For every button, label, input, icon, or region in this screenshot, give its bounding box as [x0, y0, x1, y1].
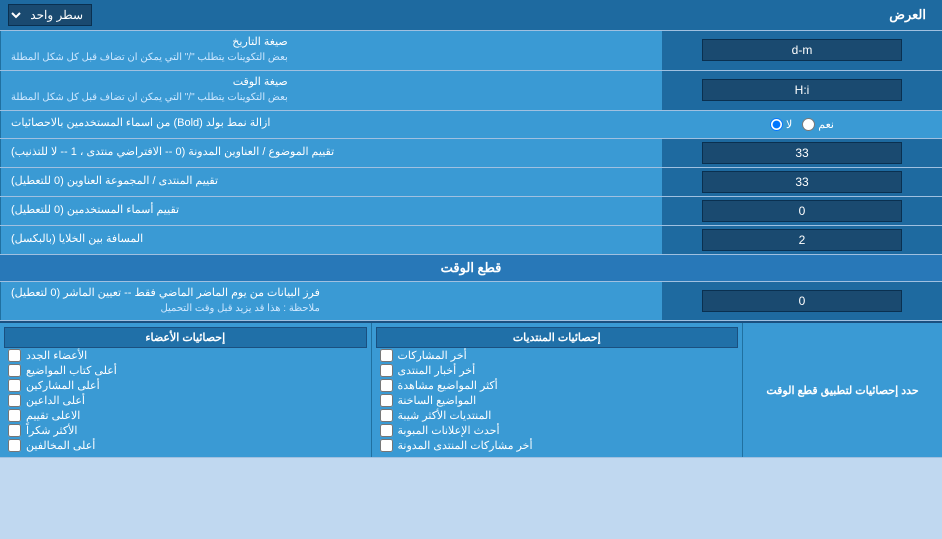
- forum-stats-col: إحصائيات المنتديات أخر المشاركات أخر أخب…: [371, 323, 743, 457]
- date-format-input[interactable]: [702, 39, 902, 61]
- checkbox-latest-ads: أحدث الإعلانات المبوبة: [376, 423, 739, 438]
- user-names-row: تقييم أسماء المستخدمين (0 للتعطيل): [0, 197, 942, 226]
- stats-label: حدد إحصائيات لتطبيق قطع الوقت: [742, 323, 942, 457]
- checkbox-most-similar: المنتديات الأكثر شيبة: [376, 408, 739, 423]
- date-format-row: صيغة التاريخبعض التكوينات يتطلب "/" التي…: [0, 31, 942, 71]
- checkbox-top-writers: أعلى كتاب المواضيع: [4, 363, 367, 378]
- display-select[interactable]: سطر واحد سطران ثلاثة أسطر: [8, 4, 92, 26]
- spacing-label: المسافة بين الخلايا (بالبكسل): [0, 226, 662, 254]
- radio-no[interactable]: [770, 118, 783, 131]
- cb-top-posters[interactable]: [8, 379, 21, 392]
- forum-titles-input[interactable]: [702, 142, 902, 164]
- bold-remove-label: ازالة نمط بولد (Bold) من اسماء المستخدمي…: [0, 111, 662, 138]
- forum-group-titles-input[interactable]: [702, 171, 902, 193]
- forum-stats-header: إحصائيات المنتديات: [376, 327, 739, 348]
- checkbox-forum-news: أخر أخبار المنتدى: [376, 363, 739, 378]
- forum-titles-input-cell: [662, 139, 942, 167]
- checkbox-top-rated: الاعلى تقييم: [4, 408, 367, 423]
- spacing-input[interactable]: [702, 229, 902, 251]
- stats-row: حدد إحصائيات لتطبيق قطع الوقت إحصائيات ا…: [0, 321, 942, 458]
- cb-top-inviters[interactable]: [8, 394, 21, 407]
- checkbox-hot-topics: المواضيع الساخنة: [376, 393, 739, 408]
- cb-last-forum-posts[interactable]: [380, 439, 393, 452]
- time-format-label: صيغة الوقتبعض التكوينات يتطلب "/" التي ي…: [0, 71, 662, 110]
- top-header-row: العرض سطر واحد سطران ثلاثة أسطر: [0, 0, 942, 31]
- time-cut-input-cell: [662, 282, 942, 321]
- checkbox-most-viewed: أكثر المواضيع مشاهدة: [376, 378, 739, 393]
- cb-latest-ads[interactable]: [380, 424, 393, 437]
- cb-last-posts[interactable]: [380, 349, 393, 362]
- time-cut-title: قطع الوقت: [441, 260, 502, 276]
- date-format-input-cell: [662, 31, 942, 70]
- date-format-label: صيغة التاريخبعض التكوينات يتطلب "/" التي…: [0, 31, 662, 70]
- member-stats-col: إحصائيات الأعضاء الأعضاء الجدد أعلى كتاب…: [0, 323, 371, 457]
- time-format-row: صيغة الوقتبعض التكوينات يتطلب "/" التي ي…: [0, 71, 942, 111]
- checkbox-last-posts: أخر المشاركات: [376, 348, 739, 363]
- user-names-input-cell: [662, 197, 942, 225]
- forum-titles-label: تقييم الموضوع / العناوين المدونة (0 -- ا…: [0, 139, 662, 167]
- cb-top-violators[interactable]: [8, 439, 21, 452]
- cb-forum-news[interactable]: [380, 364, 393, 377]
- checkbox-top-violators: أعلى المخالفين: [4, 438, 367, 453]
- checkbox-most-thanked: الأكثر شكراً: [4, 423, 367, 438]
- checkbox-last-forum-posts: أخر مشاركات المنتدى المدونة: [376, 438, 739, 453]
- user-names-label: تقييم أسماء المستخدمين (0 للتعطيل): [0, 197, 662, 225]
- cb-most-viewed[interactable]: [380, 379, 393, 392]
- time-cut-label: فرز البيانات من يوم الماضر الماضي فقط --…: [0, 282, 662, 321]
- spacing-input-cell: [662, 226, 942, 254]
- header-title: العرض: [92, 7, 934, 23]
- radio-yes-label[interactable]: نعم: [802, 118, 834, 131]
- forum-group-titles-row: تقييم المنتدى / المجموعة العناوين (0 للت…: [0, 168, 942, 197]
- cb-hot-topics[interactable]: [380, 394, 393, 407]
- user-names-input[interactable]: [702, 200, 902, 222]
- checkbox-top-posters: أعلى المشاركين: [4, 378, 367, 393]
- forum-group-titles-label: تقييم المنتدى / المجموعة العناوين (0 للت…: [0, 168, 662, 196]
- time-format-input[interactable]: [702, 79, 902, 101]
- radio-yes[interactable]: [802, 118, 815, 131]
- cb-most-thanked[interactable]: [8, 424, 21, 437]
- bold-remove-radio-cell: نعم لا: [662, 111, 942, 138]
- cb-new-members[interactable]: [8, 349, 21, 362]
- spacing-row: المسافة بين الخلايا (بالبكسل): [0, 226, 942, 255]
- time-cut-row: فرز البيانات من يوم الماضر الماضي فقط --…: [0, 282, 942, 322]
- forum-group-titles-input-cell: [662, 168, 942, 196]
- checkbox-top-inviters: أعلى الداعين: [4, 393, 367, 408]
- forum-titles-row: تقييم الموضوع / العناوين المدونة (0 -- ا…: [0, 139, 942, 168]
- member-stats-header: إحصائيات الأعضاء: [4, 327, 367, 348]
- cb-most-similar[interactable]: [380, 409, 393, 422]
- checkbox-new-members: الأعضاء الجدد: [4, 348, 367, 363]
- time-cut-input[interactable]: [702, 290, 902, 312]
- time-format-input-cell: [662, 71, 942, 110]
- radio-no-label[interactable]: لا: [770, 118, 792, 131]
- time-cut-header: قطع الوقت: [0, 255, 942, 282]
- cb-top-writers[interactable]: [8, 364, 21, 377]
- bold-remove-row: نعم لا ازالة نمط بولد (Bold) من اسماء ال…: [0, 111, 942, 139]
- cb-top-rated[interactable]: [8, 409, 21, 422]
